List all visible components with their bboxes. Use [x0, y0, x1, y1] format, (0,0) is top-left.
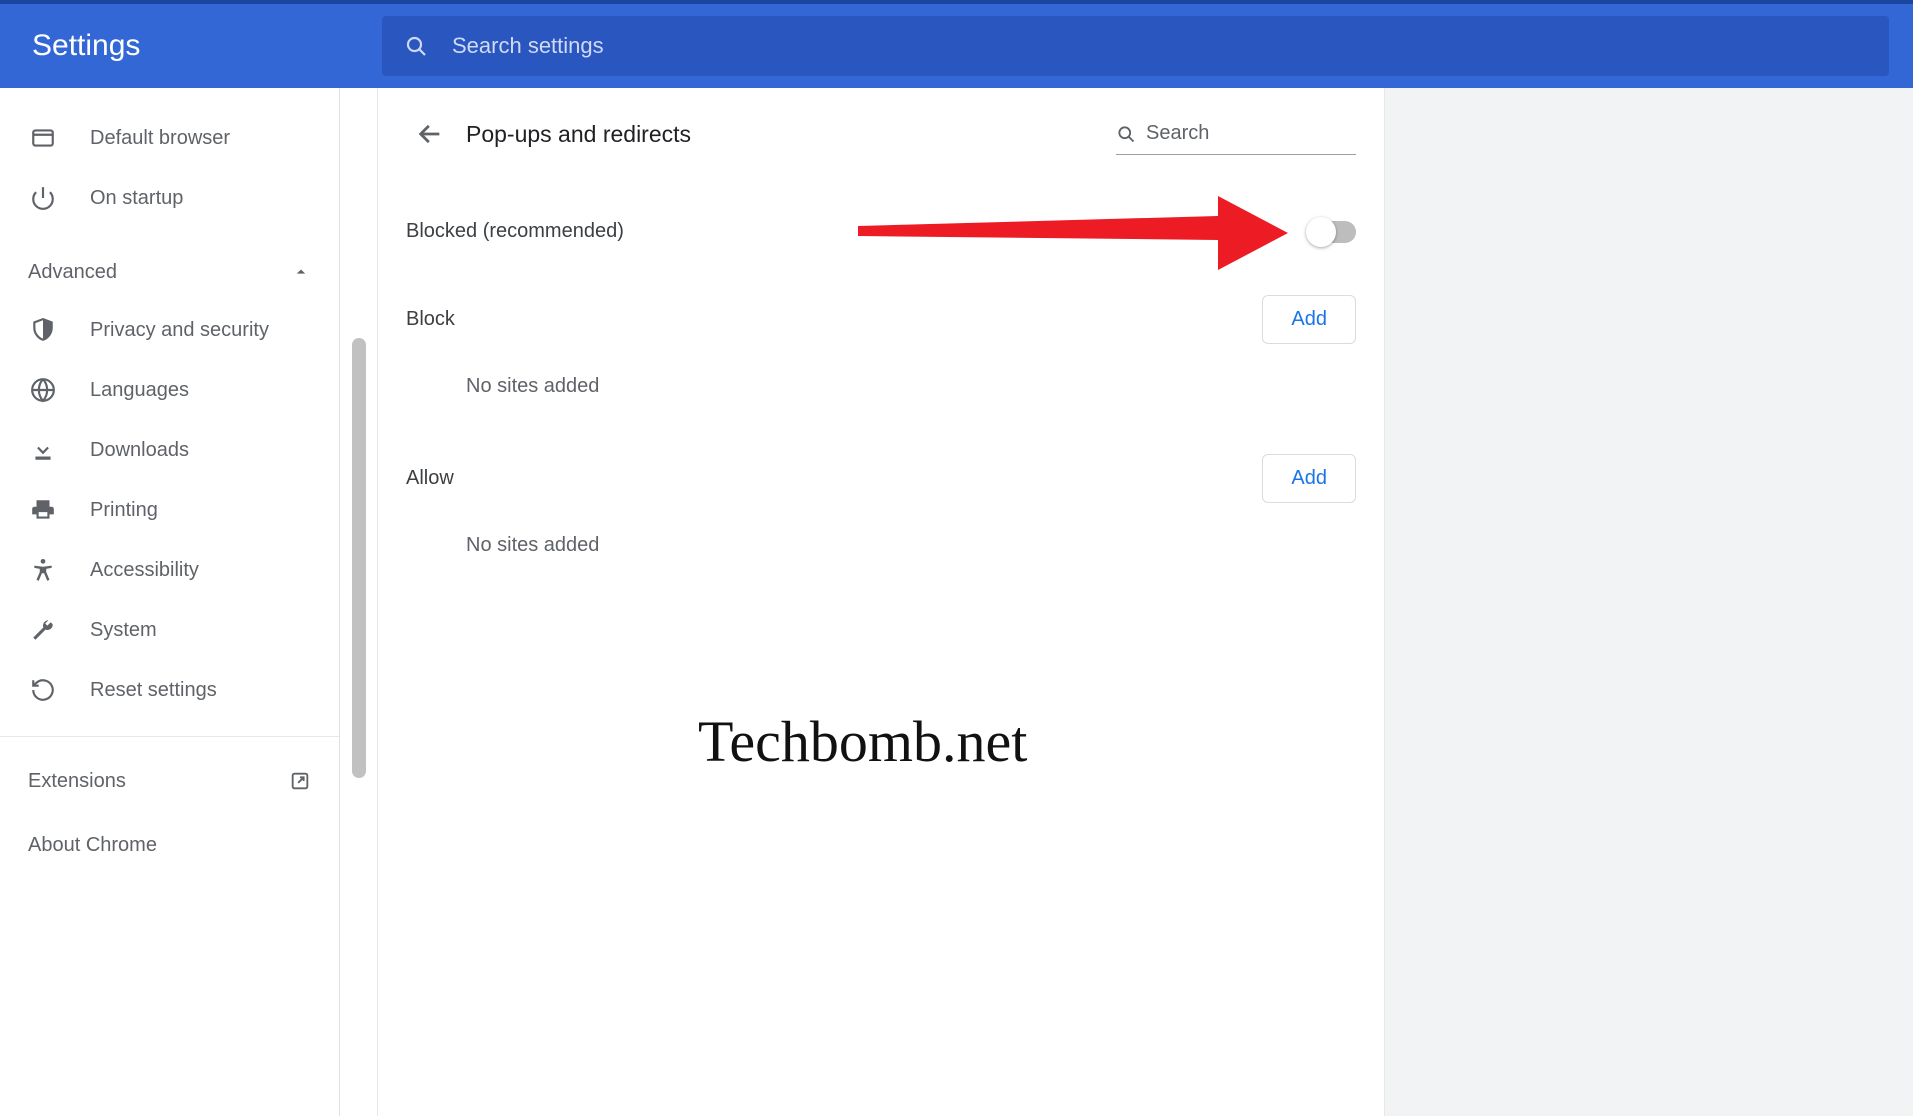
allow-section-header: Allow Add [378, 442, 1384, 514]
panel-header: Pop-ups and redirects [378, 88, 1384, 180]
shield-icon [28, 317, 58, 343]
sidebar-item-system[interactable]: System [0, 600, 339, 660]
sidebar-item-label: Downloads [90, 439, 189, 462]
blocked-toggle[interactable] [1310, 221, 1356, 243]
sidebar-scrollbar[interactable] [340, 88, 378, 1116]
download-icon [28, 437, 58, 463]
search-icon [1116, 124, 1136, 144]
scrollbar-thumb[interactable] [352, 338, 366, 778]
sidebar-item-privacy[interactable]: Privacy and security [0, 300, 339, 360]
allow-empty-text: No sites added [378, 514, 1384, 601]
printer-icon [28, 497, 58, 523]
sidebar-item-label: Privacy and security [90, 319, 269, 342]
sidebar-item-extensions[interactable]: Extensions [0, 753, 339, 809]
sidebar-item-label: Default browser [90, 127, 230, 150]
accessibility-icon [28, 557, 58, 583]
blocked-label: Blocked (recommended) [406, 220, 624, 243]
globe-icon [28, 377, 58, 403]
advanced-label: Advanced [28, 261, 117, 284]
sidebar-item-reset[interactable]: Reset settings [0, 660, 339, 720]
search-settings-input[interactable] [428, 33, 1867, 59]
sidebar-item-label: Accessibility [90, 559, 199, 582]
toggle-knob [1306, 217, 1336, 247]
sidebar-item-label: On startup [90, 187, 183, 210]
open-external-icon [289, 770, 311, 792]
back-button[interactable] [406, 110, 454, 158]
app-title: Settings [32, 29, 382, 63]
allow-add-button[interactable]: Add [1262, 454, 1356, 503]
sidebar-section-advanced[interactable]: Advanced [0, 244, 339, 300]
sidebar-item-printing[interactable]: Printing [0, 480, 339, 540]
sidebar-item-label: Reset settings [90, 679, 217, 702]
blocked-toggle-row: Blocked (recommended) [378, 180, 1384, 283]
sidebar-item-on-startup[interactable]: On startup [0, 168, 339, 228]
sidebar-item-languages[interactable]: Languages [0, 360, 339, 420]
extensions-label: Extensions [28, 770, 126, 793]
power-icon [28, 185, 58, 211]
block-section-header: Block Add [378, 283, 1384, 355]
restore-icon [28, 677, 58, 703]
search-settings-field[interactable] [382, 16, 1889, 76]
search-icon [404, 34, 428, 58]
sidebar-item-about[interactable]: About Chrome [0, 817, 339, 873]
browser-icon [28, 125, 58, 151]
sidebar-item-downloads[interactable]: Downloads [0, 420, 339, 480]
allow-title: Allow [406, 467, 454, 490]
wrench-icon [28, 617, 58, 643]
site-search-field[interactable] [1116, 113, 1356, 155]
sidebar-item-label: System [90, 619, 157, 642]
settings-panel: Pop-ups and redirects Blocked (recommend… [378, 88, 1384, 1116]
about-label: About Chrome [28, 834, 157, 857]
sidebar-item-label: Printing [90, 499, 158, 522]
page-title: Pop-ups and redirects [466, 121, 1116, 148]
sidebar: Default browser On startup Advanced [0, 88, 340, 1116]
chevron-up-icon [291, 262, 311, 282]
sidebar-item-accessibility[interactable]: Accessibility [0, 540, 339, 600]
block-empty-text: No sites added [378, 355, 1384, 442]
content-area: Pop-ups and redirects Blocked (recommend… [378, 88, 1913, 1116]
block-title: Block [406, 308, 455, 331]
block-add-button[interactable]: Add [1262, 295, 1356, 344]
header-bar: Settings [0, 0, 1913, 88]
sidebar-item-default-browser[interactable]: Default browser [0, 108, 339, 168]
site-search-input[interactable] [1136, 122, 1316, 145]
watermark-text: Techbomb.net [698, 708, 1027, 775]
divider [0, 736, 339, 737]
sidebar-item-label: Languages [90, 379, 189, 402]
